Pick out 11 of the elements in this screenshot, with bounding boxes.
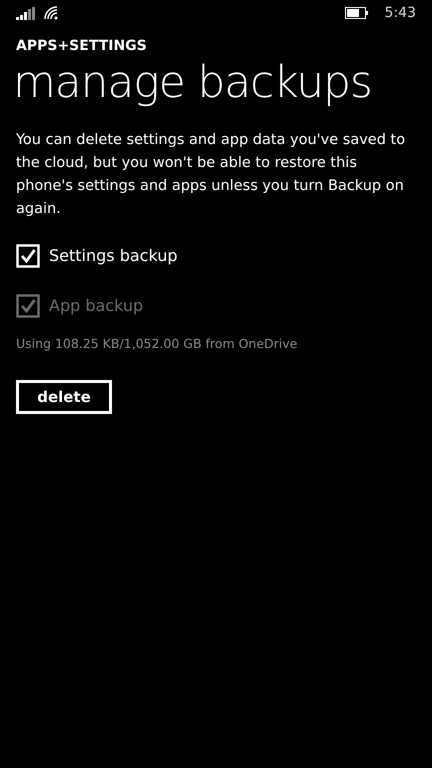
checkbox-label: App backup [49, 295, 144, 317]
wifi-icon [44, 6, 58, 20]
signal-icon [16, 6, 36, 20]
battery-icon [344, 7, 369, 19]
page-title: manage backups [13, 56, 373, 110]
description-text: You can delete settings and app data you've saved to the cloud, but you won't be able to restore this phone's settings and apps unless you turn Backup on again. [16, 131, 406, 219]
usage-text: Using 108.25 KB/1,052.00 GB from OneDrive [16, 335, 298, 353]
clock-time: 5:43 [384, 4, 416, 22]
checkbox-label: Settings backup [49, 245, 178, 267]
delete-button[interactable]: delete [16, 380, 112, 414]
app-title: APPS+SETTINGS [16, 37, 148, 56]
